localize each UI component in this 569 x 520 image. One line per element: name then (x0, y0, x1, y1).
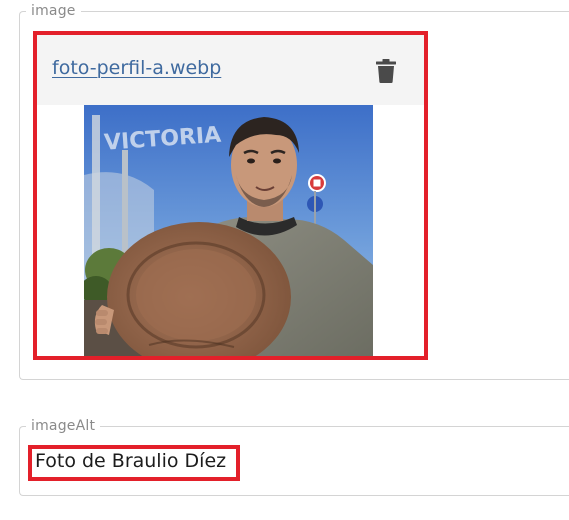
image-legend: image (31, 3, 76, 19)
image-alt-highlight (28, 445, 240, 481)
image-alt-legend: imageAlt (31, 418, 96, 434)
image-preview-highlight (33, 31, 428, 360)
form-page: image foto-perfil-a.webp VICTORIA imageA… (0, 0, 569, 520)
